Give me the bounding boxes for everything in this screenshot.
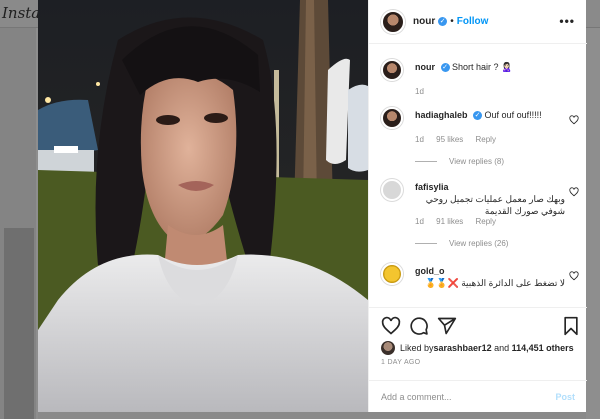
- comment-item: hadiaghaleb ✓ Ouf ouf ouf!!!!! 1d 95 lik…: [381, 107, 581, 177]
- comment-avatar[interactable]: [381, 107, 403, 129]
- comment-item: gold_o لا تضغط على الدائرة الذهبية ❌🏅🏅: [381, 263, 581, 307]
- post-photo: [38, 0, 368, 412]
- post-actions: Liked by sarashbaer12 and 114,451 others…: [369, 307, 587, 412]
- background-feed-image: [4, 228, 34, 419]
- reply-button[interactable]: Reply: [476, 217, 496, 226]
- view-replies-button[interactable]: View replies (26): [415, 239, 508, 248]
- liked-by-summary: Liked by sarashbaer12 and 114,451 others: [381, 341, 581, 355]
- replies-divider: [415, 161, 437, 162]
- post-comment-button[interactable]: Post: [555, 392, 575, 402]
- author-username[interactable]: nour: [413, 16, 435, 27]
- comment-avatar[interactable]: [381, 263, 403, 285]
- liked-by-and: and: [491, 343, 512, 353]
- comment-body: gold_o لا تضغط على الدائرة الذهبية ❌🏅🏅: [415, 265, 565, 289]
- comment-username[interactable]: hadiaghaleb: [415, 110, 468, 120]
- caption-username[interactable]: nour: [415, 62, 435, 72]
- comment-icon[interactable]: [409, 316, 429, 336]
- follow-button[interactable]: Follow: [457, 16, 489, 27]
- caption-avatar[interactable]: [381, 59, 403, 81]
- separator-dot: •: [450, 16, 454, 27]
- verified-badge-icon: ✓: [440, 63, 450, 73]
- view-replies-label: View replies (8): [449, 157, 504, 166]
- post-side-panel: nour ✓ • Follow ••• nour ✓ Short hair ? …: [368, 0, 587, 412]
- caption-body: nour ✓ Short hair ? 🙎🏻‍♀️: [415, 61, 565, 73]
- caption-time: 1d: [415, 87, 424, 96]
- liked-by-user[interactable]: sarashbaer12: [434, 343, 492, 353]
- verified-badge-icon: ✓: [438, 17, 448, 26]
- post-date[interactable]: 1 DAY AGO: [381, 359, 420, 366]
- caption-item: nour ✓ Short hair ? 🙎🏻‍♀️ 1d: [381, 59, 581, 99]
- comment-body: hadiaghaleb ✓ Ouf ouf ouf!!!!!: [415, 109, 565, 121]
- comment-time: 1d: [415, 217, 424, 226]
- background-right-column: [586, 28, 600, 419]
- share-icon[interactable]: [437, 316, 457, 336]
- add-comment-bar: Post: [369, 380, 587, 413]
- caption-meta: 1d: [415, 87, 434, 96]
- heart-icon[interactable]: [381, 316, 401, 336]
- comment-like-icon[interactable]: [569, 271, 579, 281]
- comment-likes[interactable]: 91 likes: [436, 217, 463, 226]
- liker-avatar[interactable]: [381, 341, 395, 355]
- view-replies-label: View replies (26): [449, 239, 509, 248]
- bookmark-icon[interactable]: [561, 316, 581, 336]
- caption-text: Short hair ? 🙎🏻‍♀️: [452, 62, 513, 72]
- background-feed-card: [0, 28, 36, 419]
- comment-meta: 1d 95 likes Reply: [415, 135, 506, 144]
- background-bottom-strip: [38, 412, 586, 419]
- comment-like-icon[interactable]: [569, 187, 579, 197]
- liked-by-prefix: Liked by: [400, 343, 434, 353]
- comment-time: 1d: [415, 135, 424, 144]
- comment-text: Ouf ouf ouf!!!!!: [484, 110, 542, 120]
- action-icons-row: [381, 316, 581, 338]
- reply-button[interactable]: Reply: [476, 135, 496, 144]
- verified-badge-icon: ✓: [473, 111, 483, 121]
- comment-avatar[interactable]: [381, 179, 403, 201]
- comment-username[interactable]: gold_o: [415, 266, 445, 276]
- comments-list[interactable]: nour ✓ Short hair ? 🙎🏻‍♀️ 1d hadiaghaleb…: [369, 45, 587, 307]
- comment-body: fafisylia وبهك صار معمل عمليات تجميل روح…: [415, 181, 565, 217]
- comment-item: fafisylia وبهك صار معمل عمليات تجميل روح…: [381, 179, 581, 253]
- comment-like-icon[interactable]: [569, 115, 579, 125]
- comment-text: لا تضغط على الدائرة الذهبية ❌🏅🏅: [425, 278, 565, 288]
- author-avatar[interactable]: [381, 9, 405, 34]
- post-header: nour ✓ • Follow •••: [369, 0, 587, 44]
- view-replies-button[interactable]: View replies (8): [415, 157, 504, 166]
- comment-likes[interactable]: 95 likes: [436, 135, 463, 144]
- replies-divider: [415, 243, 437, 244]
- instagram-logo: Insta: [2, 4, 41, 22]
- liked-by-count[interactable]: 114,451 others: [512, 343, 574, 353]
- more-options-icon[interactable]: •••: [559, 14, 575, 28]
- comment-text: وبهك صار معمل عمليات تجميل روحي شوفي صور…: [425, 194, 565, 216]
- comment-meta: 1d 91 likes Reply: [415, 217, 506, 226]
- comment-input[interactable]: [381, 392, 556, 402]
- comment-username[interactable]: fafisylia: [415, 182, 449, 192]
